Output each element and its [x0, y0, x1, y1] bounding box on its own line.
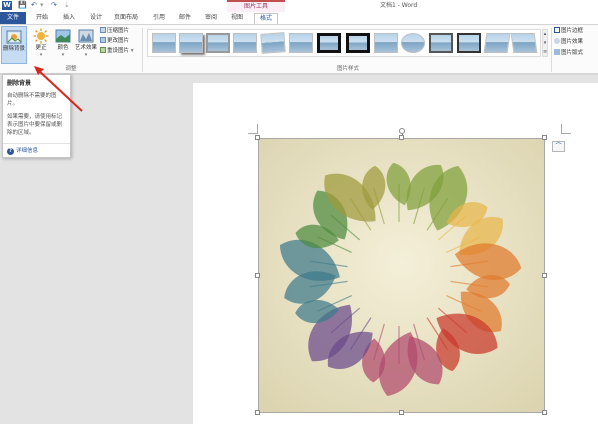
group-separator [142, 28, 143, 72]
corrections-label: 更正 [35, 45, 47, 51]
tab-file[interactable]: 文件 [0, 12, 26, 24]
style-thumb-14[interactable] [510, 33, 538, 53]
style-thumb-13[interactable] [483, 33, 511, 53]
tooltip-divider [3, 143, 70, 144]
compress-label: 压缩图片 [107, 28, 130, 34]
resize-handle-n[interactable] [399, 135, 404, 140]
change-picture-icon [100, 37, 106, 43]
style-thumb-11[interactable] [429, 33, 453, 53]
corrections-dropdown-icon: ▾ [39, 52, 43, 58]
style-thumb-4[interactable] [233, 33, 257, 53]
picture-layout-icon [554, 49, 560, 55]
tooltip-body-2: 如果需要，请使用标记表示图片中要保留或删除的区域。 [7, 114, 63, 136]
change-picture-button[interactable]: 更改图片 [100, 37, 129, 45]
style-thumb-6[interactable] [289, 33, 313, 53]
layout-options-button[interactable]: ⌒ [552, 141, 565, 152]
style-thumb-12[interactable] [457, 33, 481, 53]
adjust-group-label: 调整 [65, 66, 77, 72]
selected-picture[interactable] [258, 138, 545, 413]
save-icon[interactable]: 💾 [18, 1, 27, 10]
picture-border-label: 图片边框 [561, 28, 584, 34]
corrections-sun-icon [33, 28, 49, 44]
remove-background-label: 删除背景 [2, 46, 25, 52]
picture-layout-button[interactable]: 图片版式 [554, 49, 583, 57]
leaf-wreath-image [259, 139, 544, 412]
resize-handle-se[interactable] [542, 410, 547, 415]
artistic-effects-dropdown-icon: ▾ [84, 52, 88, 58]
compress-pictures-button[interactable]: 压缩图片 [100, 27, 129, 35]
change-picture-label: 更改图片 [107, 38, 130, 44]
picture-layout-label: 图片版式 [561, 50, 584, 56]
picture-effects-button[interactable]: 图片效果 [554, 38, 583, 46]
artistic-effects-label: 艺术效果 [74, 45, 97, 51]
color-icon [55, 29, 71, 43]
resize-handle-nw[interactable] [255, 135, 260, 140]
dropdown-small-icon[interactable]: ▾ [40, 1, 44, 10]
color-dropdown-icon: ▾ [61, 52, 65, 58]
tab-review[interactable]: 审阅 [202, 13, 220, 24]
reset-picture-button[interactable]: 重设图片 ▾ [100, 47, 134, 55]
tab-insert[interactable]: 插入 [60, 13, 78, 24]
resize-handle-sw[interactable] [255, 410, 260, 415]
style-thumb-2[interactable] [179, 33, 203, 53]
corrections-button[interactable]: 更正 ▾ [30, 26, 52, 64]
color-label: 颜色 [57, 45, 69, 51]
tab-home[interactable]: 开始 [32, 13, 52, 24]
resize-handle-ne[interactable] [542, 135, 547, 140]
picture-tools-context-header: 图片工具 [227, 0, 285, 12]
rotate-handle[interactable] [399, 128, 405, 134]
ribbon: 删除背景 更正 ▾ 颜色 ▾ 艺术效果 ▾ 压缩图片 更改图片 重设图片 ▾ 调… [0, 24, 598, 74]
style-thumb-7[interactable] [317, 33, 341, 53]
word-app-icon: W [2, 1, 12, 10]
remove-background-icon [6, 30, 22, 44]
style-thumb-5[interactable] [260, 32, 286, 54]
tooltip-body-1: 自动删除不需要的图片。 [7, 93, 57, 107]
document-title: 文档1 - Word [380, 2, 418, 9]
margin-mark-top-left [248, 124, 258, 134]
remove-background-tooltip: 删除背景 自动删除不需要的图片。 如果需要，请使用标记表示图片中要保留或删除的区… [2, 74, 71, 158]
picture-styles-gallery [147, 29, 541, 57]
picture-border-icon [554, 27, 560, 33]
customize-quick-access-icon[interactable]: ⇣ [64, 1, 70, 10]
reset-picture-label: 重设图片 [107, 48, 130, 54]
resize-handle-s[interactable] [399, 410, 404, 415]
picture-effects-icon [554, 38, 560, 44]
undo-icon[interactable]: ↶ [31, 1, 37, 10]
ribbon-tabs: 文件 开始 插入 设计 页面布局 引用 邮件 审阅 视图 格式 [0, 12, 598, 24]
style-thumb-9[interactable] [374, 33, 398, 53]
color-button[interactable]: 颜色 ▾ [53, 26, 73, 64]
margin-mark-top-right [561, 124, 571, 134]
tab-format[interactable]: 格式 [254, 13, 278, 24]
tab-view[interactable]: 视图 [228, 13, 246, 24]
tooltip-more-label: 详细信息 [16, 148, 39, 154]
artistic-effects-icon [78, 29, 94, 43]
style-thumb-1[interactable] [152, 33, 176, 53]
compress-icon [100, 27, 106, 33]
reset-picture-icon [100, 47, 106, 53]
tab-page-layout[interactable]: 页面布局 [112, 13, 140, 24]
picture-effects-label: 图片效果 [561, 39, 584, 45]
tooltip-more-info-link[interactable]: ? 详细信息 [7, 147, 38, 155]
tab-design[interactable]: 设计 [87, 13, 105, 24]
gallery-scroll[interactable]: ▴ ▾ ≡ [542, 29, 548, 57]
help-icon: ? [7, 148, 14, 155]
style-thumb-3[interactable] [206, 33, 230, 53]
group-separator-2 [551, 28, 552, 72]
style-thumb-10[interactable] [401, 33, 425, 53]
remove-background-button[interactable]: 删除背景 [1, 26, 27, 64]
picture-border-button[interactable]: 图片边框 [554, 27, 583, 35]
title-bar: W 💾 ↶ ▾ ↷ ⇣ 图片工具 文档1 - Word [0, 0, 598, 12]
tooltip-title: 删除背景 [7, 80, 32, 87]
artistic-effects-button[interactable]: 艺术效果 ▾ [74, 26, 98, 64]
tab-mailings[interactable]: 邮件 [176, 13, 194, 24]
redo-icon[interactable]: ↷ [51, 1, 57, 10]
picture-styles-group-label: 图片样式 [336, 66, 359, 72]
style-thumb-8[interactable] [346, 33, 370, 53]
tab-references[interactable]: 引用 [150, 13, 168, 24]
resize-handle-e[interactable] [542, 273, 547, 278]
resize-handle-w[interactable] [255, 273, 260, 278]
